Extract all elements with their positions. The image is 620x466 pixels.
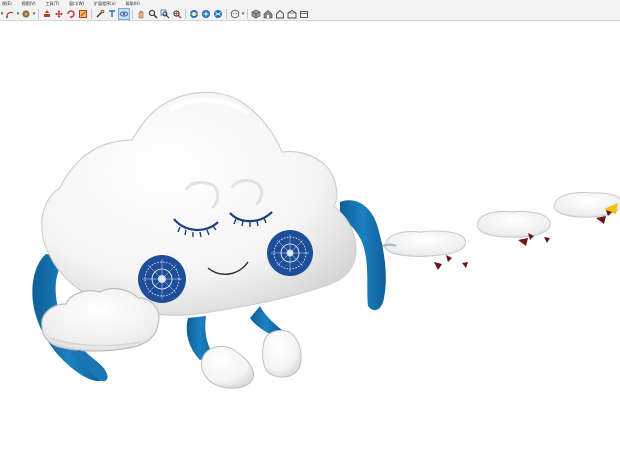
section-display-icon [202, 9, 210, 18]
toolbar-separator [226, 8, 227, 19]
rotate-icon [67, 9, 75, 18]
right-view-button[interactable] [287, 9, 297, 19]
back-view-icon [300, 10, 308, 18]
scale-button[interactable] [78, 9, 88, 19]
orbit-icon [119, 11, 129, 16]
section-plane-icon [190, 9, 198, 18]
toolbar-separator [132, 8, 133, 19]
zoom-button[interactable] [148, 9, 158, 19]
text-tool-icon [109, 9, 115, 17]
text-tool-button[interactable] [107, 9, 117, 19]
iso-view-button[interactable] [251, 9, 261, 19]
toolbar-separator [247, 8, 248, 19]
right-leg [250, 306, 302, 378]
push-pull-icon [44, 9, 50, 17]
left-leg [186, 316, 254, 389]
toolbar-separator [38, 8, 39, 19]
tape-measure-button[interactable] [95, 9, 105, 19]
styles-icon [230, 9, 240, 18]
section-plane-button[interactable] [189, 9, 199, 19]
model-viewport[interactable] [0, 21, 620, 466]
paint-bucket-icon [22, 9, 30, 18]
toolbar: ▾ ▾ ▾ ▾ [0, 7, 620, 21]
iso-view-icon [251, 9, 261, 18]
menu-window[interactable]: 窗口(W) [69, 0, 84, 7]
trailing-cloud-2 [477, 211, 551, 238]
zoom-icon [148, 9, 158, 18]
rotate-button[interactable] [66, 9, 76, 19]
right-view-icon [287, 9, 297, 18]
held-cloud [41, 288, 160, 352]
move-button[interactable] [54, 9, 64, 19]
zoom-window-button[interactable] [160, 9, 170, 19]
menu-extensions[interactable]: 扩展程序(x) [94, 0, 116, 7]
move-icon [55, 9, 63, 18]
pan-button[interactable] [136, 9, 146, 19]
push-pull-button[interactable] [42, 9, 52, 19]
front-view-icon [276, 9, 284, 18]
left-cheek [138, 255, 186, 303]
orbit-button[interactable] [118, 7, 130, 20]
menu-edit[interactable]: 视(E) [2, 0, 12, 7]
cloud-body [41, 91, 357, 316]
right-cheek [267, 230, 313, 276]
top-view-button[interactable] [263, 9, 273, 19]
paint-caret-icon[interactable]: ▾ [32, 11, 36, 17]
back-view-button[interactable] [299, 9, 309, 19]
scale-icon [79, 9, 87, 18]
toolbar-separator [91, 8, 92, 19]
section-cut-button[interactable] [213, 9, 223, 19]
styles-caret-icon[interactable]: ▾ [241, 11, 245, 17]
section-display-button[interactable] [201, 9, 211, 19]
menu-help[interactable]: 帮助(H) [126, 0, 140, 7]
section-cut-icon [214, 9, 222, 18]
menu-tools[interactable]: 工具(T) [46, 0, 60, 7]
zoom-extents-button[interactable] [172, 9, 182, 19]
select-caret-icon[interactable]: ▾ [0, 11, 4, 17]
cloud-model-scene [32, 91, 620, 389]
arc-caret-icon[interactable]: ▾ [16, 11, 20, 17]
zoom-extents-icon [173, 9, 182, 18]
arc-tool-icon [6, 11, 14, 18]
styles-button[interactable] [230, 9, 240, 19]
trailing-cloud-1 [379, 230, 466, 257]
arc-tool-button[interactable] [5, 9, 15, 19]
front-view-button[interactable] [275, 9, 285, 19]
zoom-window-icon [160, 9, 170, 18]
toolbar-separator [185, 8, 186, 19]
pan-icon [138, 10, 144, 18]
menu-view[interactable]: 视图(V) [22, 0, 36, 7]
tape-measure-icon [96, 9, 105, 17]
paint-bucket-button[interactable] [21, 9, 31, 19]
top-view-icon [263, 9, 273, 18]
